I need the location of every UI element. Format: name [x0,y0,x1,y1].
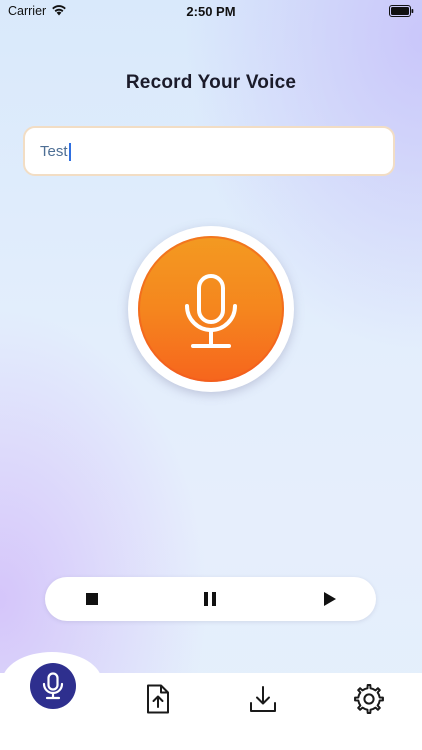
microphone-icon [42,672,64,700]
pause-button[interactable] [188,577,232,621]
file-upload-icon [147,684,169,714]
tab-upload[interactable] [139,680,177,718]
recording-name-input[interactable] [23,126,395,176]
tab-download[interactable] [244,680,282,718]
download-icon [250,686,276,712]
page-title: Record Your Voice [125,72,297,93]
battery-full-icon [389,5,414,17]
gear-outline [354,684,384,714]
tab-settings[interactable] [350,680,388,718]
status-bar: Carrier 2:50 PM [0,0,422,22]
stop-icon [86,593,98,605]
tab-record[interactable] [30,663,76,709]
play-button[interactable] [308,577,352,621]
gear-hub [363,693,375,705]
playback-controls [45,577,376,621]
record-button[interactable] [128,226,294,392]
record-button-face[interactable] [138,236,284,382]
text-cursor [69,143,71,161]
clock: 2:50 PM [186,4,236,19]
play-icon [324,592,336,606]
microphone-icon [185,274,237,348]
gear-icon [354,684,384,714]
pause-icon [204,592,216,606]
stop-button[interactable] [70,577,114,621]
